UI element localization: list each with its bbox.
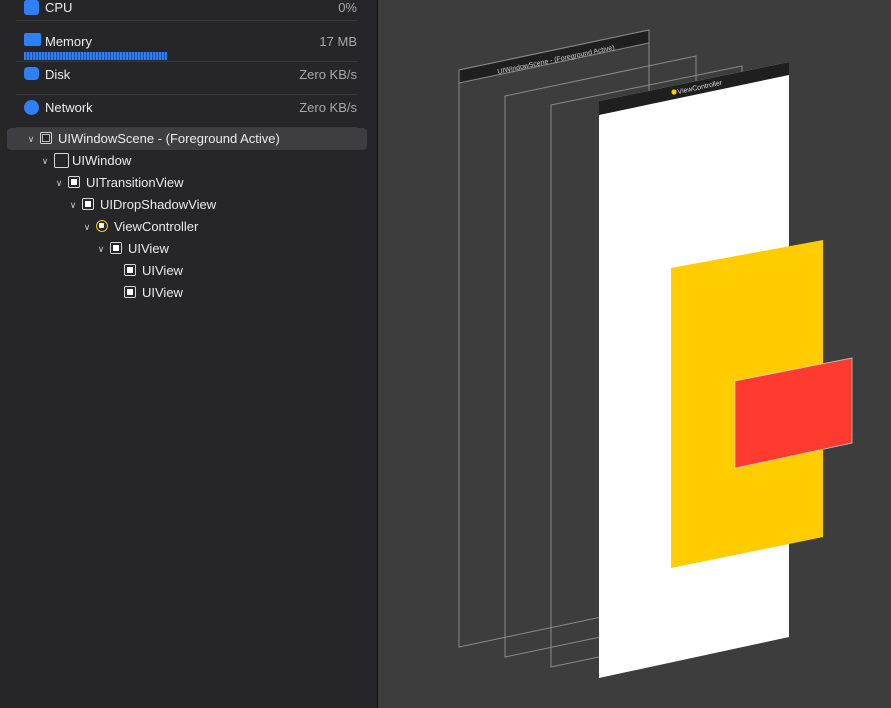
exploded-view-stack: UIWindowScene - (Foreground Active) View… (458, 29, 853, 678)
hierarchy-row[interactable]: ∨ UIDropShadowView (7, 194, 362, 216)
network-icon (24, 100, 39, 115)
view-icon (82, 198, 94, 210)
debug-navigator: CPU 0% Memory 17 MB Disk Zero KB/s Netwo… (0, 0, 378, 708)
cpu-value: 0% (338, 0, 357, 15)
hierarchy-row[interactable]: ∨ ViewController (7, 216, 362, 238)
view-icon (124, 286, 136, 298)
memory-usage-bar (24, 52, 167, 60)
view-debugger-canvas[interactable]: UIWindowScene - (Foreground Active) View… (378, 0, 891, 708)
hierarchy-row-label: UITransitionView (86, 175, 184, 190)
network-gauge[interactable]: Network Zero KB/s (16, 94, 357, 128)
hierarchy-row[interactable]: ∨ UIView (7, 238, 362, 260)
hierarchy-row-label: UIView (128, 241, 169, 256)
hierarchy-row[interactable]: ∨ UIWindowScene - (Foreground Active) (7, 128, 367, 150)
disk-label: Disk (45, 67, 71, 82)
hierarchy-row-label: UIView (142, 263, 183, 278)
hierarchy-row[interactable]: ∨ UIWindow (7, 150, 362, 172)
network-label: Network (45, 100, 93, 115)
chevron-down-icon[interactable]: ∨ (68, 194, 78, 216)
scene-icon (40, 132, 52, 144)
view-controller-icon (96, 220, 108, 232)
view-debugger-window: CPU 0% Memory 17 MB Disk Zero KB/s Netwo… (0, 0, 891, 708)
view-controller-icon (671, 89, 677, 95)
disk-gauge[interactable]: Disk Zero KB/s (16, 61, 357, 95)
network-value: Zero KB/s (299, 100, 357, 115)
chevron-down-icon[interactable]: ∨ (26, 128, 36, 150)
hierarchy-row-label: ViewController (114, 219, 199, 234)
hierarchy-row-label: UIView (142, 285, 183, 300)
hierarchy-row-label: UIDropShadowView (100, 197, 217, 212)
cpu-icon (24, 0, 39, 15)
hierarchy-row[interactable]: UIView (7, 282, 362, 304)
memory-icon (24, 33, 41, 46)
memory-label: Memory (45, 34, 92, 49)
chevron-down-icon[interactable]: ∨ (54, 172, 64, 194)
disk-icon (24, 67, 39, 80)
view-icon (124, 264, 136, 276)
hierarchy-row[interactable]: UIView (7, 260, 362, 282)
chevron-down-icon[interactable]: ∨ (96, 238, 106, 260)
chevron-down-icon[interactable]: ∨ (40, 150, 50, 172)
view-icon (110, 242, 122, 254)
disk-value: Zero KB/s (299, 67, 357, 82)
hierarchy-row[interactable]: ∨ UITransitionView (7, 172, 362, 194)
view-icon (68, 176, 80, 188)
cpu-gauge[interactable]: CPU 0% (16, 0, 357, 21)
hierarchy-row-label: UIWindowScene - (Foreground Active) (58, 131, 280, 146)
memory-value: 17 MB (319, 34, 357, 49)
window-icon (54, 153, 69, 168)
memory-gauge[interactable]: Memory 17 MB (16, 28, 357, 62)
chevron-down-icon[interactable]: ∨ (82, 216, 92, 238)
cpu-label: CPU (45, 0, 73, 15)
hierarchy-row-label: UIWindow (72, 153, 132, 168)
